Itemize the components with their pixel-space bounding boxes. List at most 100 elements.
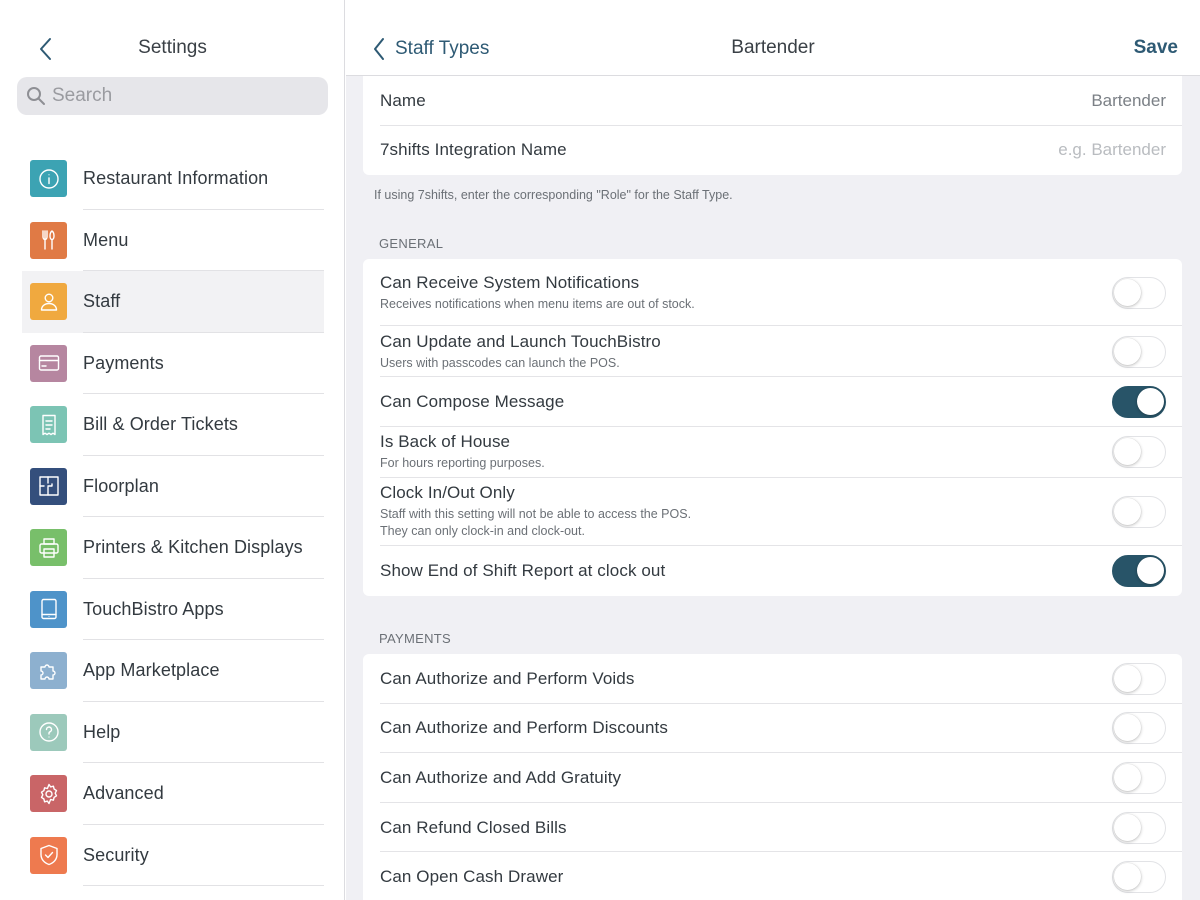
toggle-knob	[1137, 387, 1164, 415]
setting-row: Can Update and Launch TouchBistro Users w…	[363, 326, 1182, 377]
integration-name-row[interactable]: 7shifts Integration Name	[363, 126, 1182, 176]
setting-row: Can Authorize and Add Gratuity	[363, 753, 1182, 803]
shield-icon	[30, 836, 67, 874]
name-row[interactable]: Name Bartender	[363, 76, 1182, 126]
name-label: Name	[380, 90, 426, 110]
toggle-knob	[1114, 438, 1141, 465]
setting-label: Can Refund Closed Bills	[380, 817, 567, 837]
printer-icon	[30, 529, 67, 567]
sidebar-item-label: Advanced	[83, 783, 164, 804]
toggle-knob	[1114, 714, 1141, 742]
setting-label: Can Authorize and Add Gratuity	[380, 767, 622, 787]
toggle-knob	[1114, 863, 1141, 891]
setting-description: Users with passcodes can launch the POS.	[380, 355, 620, 370]
setting-row: Can Compose Message	[363, 377, 1182, 427]
search-input[interactable]	[52, 85, 312, 107]
setting-label: Can Open Cash Drawer	[380, 867, 564, 887]
integration-name-label: 7shifts Integration Name	[380, 140, 567, 160]
setting-toggle[interactable]	[1112, 662, 1166, 695]
sidebar-item-label: Printers & Kitchen Displays	[83, 537, 303, 558]
sidebar-item-touchbistro-apps[interactable]: TouchBistro Apps	[22, 579, 324, 640]
sidebar-item-payments[interactable]: Payments	[22, 333, 324, 394]
setting-label: Can Authorize and Perform Voids	[380, 668, 635, 688]
integration-footnote: If using 7shifts, enter the correspondin…	[374, 188, 733, 202]
setting-toggle[interactable]	[1112, 554, 1166, 587]
toggle-knob	[1114, 337, 1141, 365]
setting-label: Show End of Shift Report at clock out	[380, 560, 666, 580]
puzzle-icon	[30, 652, 67, 690]
receipt-icon	[30, 406, 67, 444]
name-value[interactable]: Bartender	[1091, 91, 1166, 111]
info-icon	[30, 160, 67, 198]
sidebar-item-label: Security	[83, 844, 149, 865]
sidebar-item-label: Bill & Order Tickets	[83, 414, 239, 435]
sidebar-item-staff[interactable]: Staff	[22, 271, 324, 333]
sidebar-item-security[interactable]: Security	[22, 825, 324, 886]
sidebar-item-app-marketplace[interactable]: App Marketplace	[22, 640, 324, 702]
toggle-knob	[1114, 763, 1141, 791]
sidebar-item-label: Restaurant Information	[83, 168, 269, 189]
setting-label: Can Receive System Notifications	[380, 272, 640, 292]
sidebar-item-restaurant-information[interactable]: Restaurant Information	[22, 148, 324, 210]
sidebar-item-label: Staff	[83, 291, 121, 312]
setting-toggle[interactable]	[1112, 811, 1166, 844]
payments-card: Can Authorize and Perform Voids Can Autho…	[363, 654, 1182, 900]
setting-toggle[interactable]	[1112, 436, 1166, 468]
setting-row: Can Authorize and Perform Voids	[363, 654, 1182, 704]
setting-row: Show End of Shift Report at clock out	[363, 546, 1182, 597]
toggle-knob	[1137, 556, 1164, 584]
setting-description: For hours reporting purposes.	[380, 456, 545, 470]
sidebar-item-help[interactable]: Help	[22, 702, 324, 763]
navigation-bar: Staff Types Bartender Save	[346, 0, 1200, 76]
setting-toggle[interactable]	[1112, 761, 1166, 794]
setting-row: Can Receive System Notifications Receives…	[363, 259, 1182, 326]
toggle-knob	[1114, 497, 1141, 525]
setting-toggle[interactable]	[1112, 276, 1166, 309]
floorplan-icon	[30, 467, 67, 505]
user-icon	[30, 283, 67, 321]
sidebar-item-printers-kitchen-displays[interactable]: Printers & Kitchen Displays	[22, 517, 324, 579]
setting-row: Can Open Cash Drawer	[363, 852, 1182, 900]
sidebar-item-menu[interactable]: Menu	[22, 210, 324, 271]
tablet-icon	[30, 590, 67, 628]
setting-toggle[interactable]	[1112, 861, 1166, 894]
setting-description: Staff with this setting will not be able…	[380, 507, 692, 538]
settings-sidebar: Settings Restaurant Information Menu Staff…	[0, 0, 345, 900]
toggle-knob	[1114, 664, 1141, 692]
toggle-knob	[1114, 813, 1141, 841]
search-bar[interactable]	[17, 77, 328, 115]
settings-menu: Restaurant Information Menu Staff Payments B…	[22, 148, 324, 886]
setting-label: Can Update and Launch TouchBistro	[380, 331, 661, 351]
setting-toggle[interactable]	[1112, 712, 1166, 745]
integration-name-field[interactable]	[866, 140, 1166, 161]
help-icon	[30, 713, 67, 751]
setting-toggle[interactable]	[1112, 385, 1166, 418]
general-card: Can Receive System Notifications Receives…	[363, 259, 1182, 596]
setting-label: Can Authorize and Perform Discounts	[380, 718, 668, 738]
identity-card: Name Bartender 7shifts Integration Name	[363, 76, 1182, 175]
payments-section-title: PAYMENTS	[379, 631, 451, 646]
setting-toggle[interactable]	[1112, 495, 1166, 528]
setting-row: Can Refund Closed Bills	[363, 803, 1182, 853]
sidebar-item-advanced[interactable]: Advanced	[22, 763, 324, 825]
sidebar-item-label: App Marketplace	[83, 660, 220, 681]
setting-row: Clock In/Out Only Staff with this setting…	[363, 478, 1182, 546]
credit-card-icon	[30, 344, 67, 382]
setting-label: Can Compose Message	[380, 391, 565, 411]
sidebar-item-bill-order-tickets[interactable]: Bill & Order Tickets	[22, 394, 324, 456]
search-icon	[27, 87, 45, 105]
save-button[interactable]: Save	[1134, 37, 1178, 59]
sidebar-item-label: Menu	[83, 229, 129, 250]
sidebar-item-label: Help	[83, 721, 121, 742]
page-title: Bartender	[731, 37, 815, 58]
setting-label: Is Back of House	[380, 432, 511, 451]
sidebar-item-floorplan[interactable]: Floorplan	[22, 456, 324, 517]
setting-label: Clock In/Out Only	[380, 483, 515, 502]
setting-row: Is Back of House For hours reporting purp…	[363, 427, 1182, 478]
staff-type-detail: Staff Types Bartender Save Name Bartende…	[346, 0, 1200, 900]
utensils-icon	[30, 221, 67, 259]
gear-icon	[30, 775, 67, 813]
sidebar-title: Settings	[138, 37, 207, 58]
setting-toggle[interactable]	[1112, 335, 1166, 368]
toggle-knob	[1114, 278, 1141, 306]
